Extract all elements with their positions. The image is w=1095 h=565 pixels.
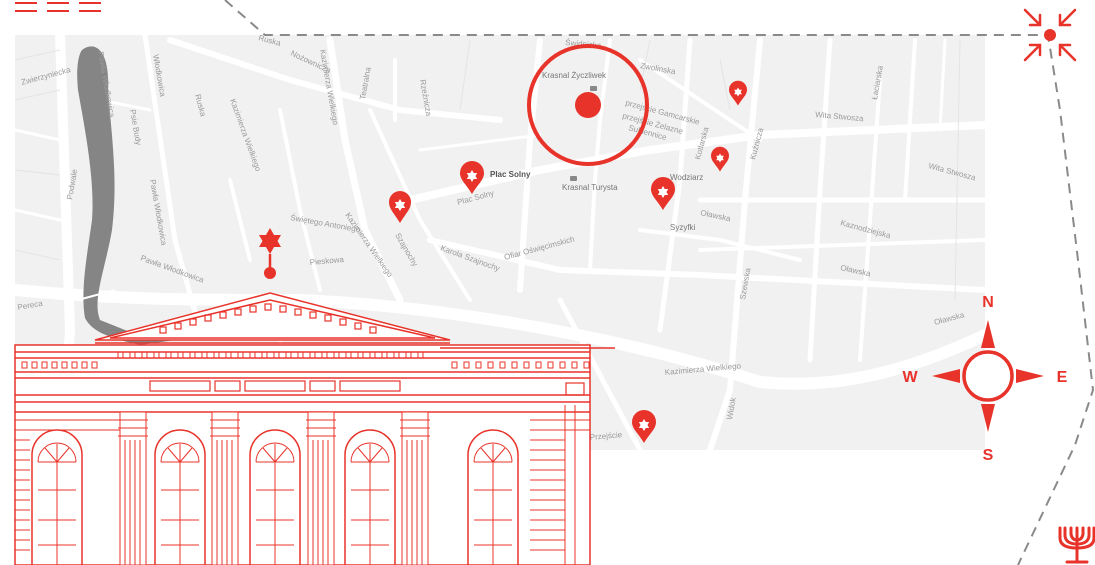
map-canvas[interactable]: Ruska Kazimierza Wielkiego Kazimierza Wi… <box>0 0 1095 565</box>
place-label: Syzyfki <box>670 223 696 232</box>
hamburger-icon[interactable] <box>15 2 101 12</box>
compass-east-label: E <box>1057 369 1068 386</box>
camera-icon <box>590 86 597 91</box>
place-label: Krasnal Życzliwek <box>542 71 607 80</box>
menorah-icon[interactable] <box>1058 526 1095 564</box>
place-label: Krasnal Turysta <box>562 183 618 192</box>
compass-south-label: S <box>983 447 994 464</box>
east-arrow <box>1016 369 1044 383</box>
camera-icon <box>570 176 577 181</box>
place-label: Wodziarz <box>670 173 703 182</box>
compass-west-label: W <box>902 369 918 386</box>
place-label: Plac Solny <box>490 170 531 179</box>
compass-north-label: N <box>982 294 994 311</box>
compass-ring <box>962 350 1014 402</box>
